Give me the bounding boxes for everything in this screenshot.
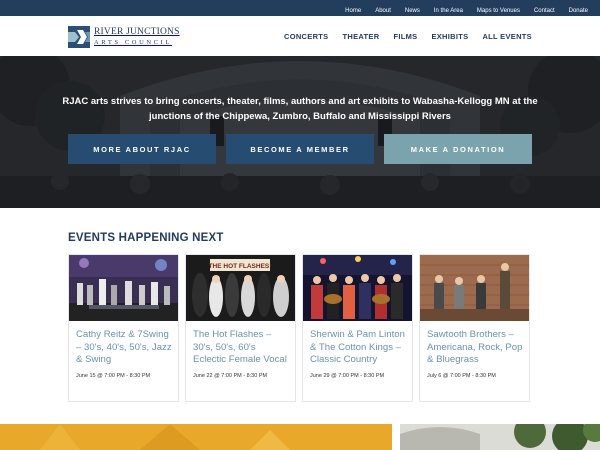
event-card[interactable]: Sherwin & Pam Linton & The Cotton Kings … [302, 254, 413, 402]
top-nav-contact[interactable]: Contact [534, 8, 555, 14]
nav-films[interactable]: FILMS [393, 32, 417, 41]
site-header: RIVER JUNCTIONS ARTS COUNCIL CONCERTS TH… [0, 16, 600, 56]
event-cards: Cathy Reitz & 7Swing – 30's, 40's, 50's,… [68, 254, 531, 402]
top-nav-donate[interactable]: Donate [569, 8, 588, 14]
event-image[interactable] [303, 255, 412, 321]
top-utility-bar: Home About News In the Area Maps to Venu… [0, 0, 600, 16]
hero-buttons: MORE ABOUT RJAC BECOME A MEMBER MAKE A D… [68, 134, 532, 164]
poster-text: THE HOT FLASHES! [209, 263, 272, 270]
promo-banner-left[interactable] [0, 424, 392, 450]
event-card[interactable]: THE HOT FLASHES! The Hot Flashes – 30's,… [185, 254, 296, 402]
main-nav: CONCERTS THEATER FILMS EXHIBITS ALL EVEN… [284, 16, 532, 56]
top-nav-maps[interactable]: Maps to Venues [477, 8, 520, 14]
event-title-link[interactable]: Sherwin & Pam Linton & The Cotton Kings … [310, 329, 408, 367]
event-date: July 6 @ 7:00 PM - 8:30 PM [427, 373, 496, 379]
top-nav-in-the-area[interactable]: In the Area [434, 8, 463, 14]
event-image[interactable]: THE HOT FLASHES! [186, 255, 295, 321]
hero-banner: RJAC arts strives to bring concerts, the… [0, 56, 600, 208]
promo-pattern-graphic [0, 424, 392, 450]
nav-theater[interactable]: THEATER [342, 32, 379, 41]
event-date: June 29 @ 7:00 PM - 8:30 PM [310, 373, 385, 379]
promo-banner-right[interactable] [400, 424, 600, 450]
nav-all-events[interactable]: ALL EVENTS [482, 32, 532, 41]
promo-photo-image [400, 424, 600, 450]
nav-concerts[interactable]: CONCERTS [284, 32, 329, 41]
event-title-link[interactable]: Cathy Reitz & 7Swing – 30's, 40's, 50's,… [76, 329, 174, 367]
logo-title: RIVER JUNCTIONS [94, 27, 180, 37]
event-image[interactable] [69, 255, 178, 321]
top-nav-news[interactable]: News [405, 8, 420, 14]
nav-exhibits[interactable]: EXHIBITS [431, 32, 468, 41]
top-nav-about[interactable]: About [375, 8, 391, 14]
site-logo[interactable]: RIVER JUNCTIONS ARTS COUNCIL [68, 25, 188, 49]
hero-mission-text: RJAC arts strives to bring concerts, the… [62, 96, 538, 122]
top-nav-home[interactable]: Home [345, 8, 361, 14]
event-image[interactable] [420, 255, 529, 321]
event-title-link[interactable]: The Hot Flashes – 30's, 50's, 60's Eclec… [193, 329, 291, 367]
make-donation-button[interactable]: MAKE A DONATION [384, 134, 532, 164]
event-date: June 22 @ 7:00 PM - 8:30 PM [193, 373, 268, 379]
logo-subtitle: ARTS COUNCIL [94, 38, 172, 46]
event-title-link[interactable]: Sawtooth Brothers – Americana, Rock, Pop… [427, 329, 525, 367]
become-member-button[interactable]: BECOME A MEMBER [226, 134, 374, 164]
event-card[interactable]: Sawtooth Brothers – Americana, Rock, Pop… [419, 254, 530, 402]
rivers-logo-icon [68, 26, 90, 48]
event-card[interactable]: Cathy Reitz & 7Swing – 30's, 40's, 50's,… [68, 254, 179, 402]
events-heading: EVENTS HAPPENING NEXT [68, 232, 224, 244]
event-date: June 15 @ 7:00 PM - 8:30 PM [76, 373, 151, 379]
top-nav: Home About News In the Area Maps to Venu… [345, 0, 588, 16]
more-about-button[interactable]: MORE ABOUT RJAC [68, 134, 216, 164]
